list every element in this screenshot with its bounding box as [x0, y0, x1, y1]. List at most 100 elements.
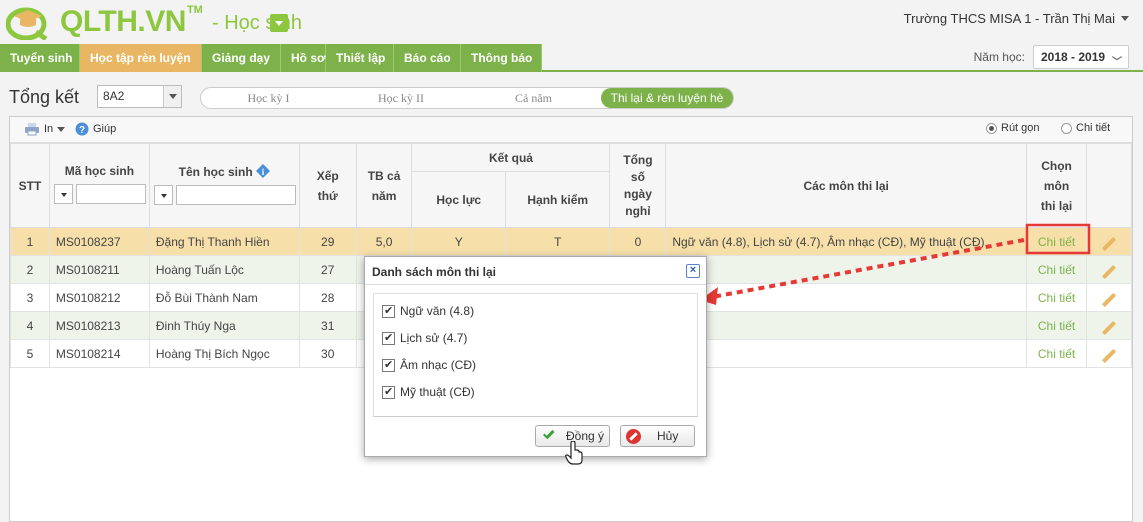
chevron-down-icon [1121, 16, 1129, 21]
segment-tab[interactable]: Học kỳ I [201, 91, 336, 106]
pencil-icon[interactable] [1101, 236, 1117, 251]
nav-tab[interactable]: Học tập rèn luyện [80, 44, 202, 72]
graduation-cap-icon [5, 4, 58, 42]
detail-view-radio[interactable]: Chi tiết [1061, 122, 1110, 134]
col-year-average-label: TB cả năm [367, 168, 401, 203]
print-button[interactable]: In [24, 122, 66, 136]
help-button[interactable]: ? Giúp [75, 122, 116, 136]
subject-label: Ngữ văn (4.8) [400, 304, 475, 318]
detail-link[interactable]: Chi tiết [1026, 283, 1087, 312]
nav-tab[interactable]: Giảng dạy [202, 44, 281, 72]
row-student-code: MS0108213 [48, 311, 150, 340]
checkbox-checked-icon[interactable] [382, 331, 395, 345]
nav-tab[interactable]: Hồ sơ [281, 44, 326, 72]
row-student-code: MS0108237 [48, 227, 150, 256]
detail-link[interactable]: Chi tiết [1026, 227, 1087, 256]
period-segments: Học kỳ I Học kỳ II Cả năm Thi lại & rèn luy… [200, 87, 734, 109]
nav-tab[interactable]: Báo cáo [394, 44, 461, 72]
col-rank: Xếp thứ [298, 143, 357, 228]
logo[interactable]: QLTH.VN TM [5, 4, 203, 42]
subject-checkbox-row[interactable]: Mỹ thuật (CĐ) [382, 385, 475, 399]
row-stt: 2 [10, 255, 50, 284]
toolbar: In ? Giúp Rút gọn Chi tiết [10, 117, 1132, 143]
module-dropdown-button[interactable] [270, 14, 288, 32]
row-rank: 31 [298, 311, 357, 340]
col-days-off-label: Tổng số ngày nghỉ [623, 152, 653, 218]
close-icon[interactable]: × [686, 264, 700, 278]
col-student-name-label: Tên học sinh [178, 165, 253, 179]
row-stt: 3 [10, 283, 50, 312]
class-select[interactable]: 8A2 [97, 85, 182, 108]
subject-checkbox-row[interactable]: Lịch sử (4.7) [382, 331, 467, 345]
nav-tab[interactable]: Thiết lập [326, 44, 394, 72]
detail-link[interactable]: Chi tiết [1026, 339, 1087, 368]
detail-link[interactable]: Chi tiết [1026, 311, 1087, 340]
segment-tab[interactable]: Thi lại & rèn luyện hè [601, 88, 733, 108]
row-retake-subjects: c (0.0) [665, 255, 1028, 284]
user-name: Trường THCS MISA 1 - Trần Thị Mai [903, 11, 1115, 26]
pencil-icon[interactable] [1101, 320, 1117, 335]
row-academic: Y [411, 227, 506, 256]
col-choose-retake: Chọn môn thi lại [1026, 143, 1087, 228]
row-retake-subjects: Ngữ văn (4.8), Lịch sử (4.7), Âm nhạc (C… [665, 227, 1028, 256]
edit-cell[interactable] [1086, 283, 1132, 312]
checkbox-checked-icon[interactable] [382, 385, 395, 399]
checkbox-checked-icon[interactable] [382, 358, 395, 372]
pencil-icon[interactable] [1101, 348, 1117, 363]
col-year-average: TB cả năm [355, 143, 413, 228]
student-name-filter [150, 185, 299, 205]
nav-tab[interactable]: Tuyển sinh [0, 44, 80, 72]
col-result: Kết quả [411, 143, 611, 172]
col-student-name-header: Tên học sinh i [150, 164, 299, 179]
segment-tab[interactable]: Cả năm [466, 91, 601, 106]
edit-cell[interactable] [1086, 255, 1132, 284]
col-conduct: Hạnh kiểm [504, 171, 611, 228]
student-name-filter-input[interactable] [175, 185, 296, 205]
edit-cell[interactable] [1086, 227, 1132, 256]
table-row[interactable]: 1 MS0108237 Đặng Thị Thanh Hiền 29 5,0 Y T 0 Ngữ… [10, 227, 1132, 256]
module-name: - Học sinh [212, 12, 303, 34]
chevron-down-icon: ﹀ [1112, 57, 1122, 68]
filter-operator-dropdown[interactable] [53, 184, 73, 204]
dialog-header: Danh sách môn thi lại × [365, 257, 706, 285]
row-student-name: Đỗ Bùi Thành Nam [148, 283, 300, 312]
user-menu[interactable]: Trường THCS MISA 1 - Trần Thị Mai [904, 11, 1129, 26]
row-stt: 1 [10, 227, 50, 256]
class-value: 8A2 [103, 89, 125, 103]
pencil-icon[interactable] [1101, 264, 1117, 279]
print-label: In [44, 123, 54, 135]
printer-icon [25, 123, 39, 136]
detail-link[interactable]: Chi tiết [1026, 255, 1087, 284]
chevron-down-icon[interactable] [163, 86, 181, 107]
row-days-off: 0 [609, 227, 667, 256]
compact-label: Rút gọn [1001, 122, 1040, 134]
subject-label: Âm nhạc (CĐ) [400, 358, 477, 372]
cancel-button[interactable]: Hủy [620, 425, 695, 447]
compact-view-radio[interactable]: Rút gọn [986, 122, 1040, 134]
pencil-icon[interactable] [1101, 292, 1117, 307]
edit-cell[interactable] [1086, 339, 1132, 368]
row-student-code: MS0108214 [48, 339, 150, 368]
chevron-down-icon [57, 126, 66, 132]
col-edit [1086, 143, 1132, 228]
nav-tab[interactable]: Thông báo [461, 44, 542, 72]
subject-checkbox-row[interactable]: Ngữ văn (4.8) [382, 304, 474, 318]
row-student-name: Đinh Thúy Nga [148, 311, 300, 340]
svg-text:?: ? [79, 125, 85, 136]
filter-operator-dropdown[interactable] [153, 185, 173, 205]
subject-checkbox-row[interactable]: Âm nhạc (CĐ) [382, 358, 476, 372]
checkbox-checked-icon[interactable] [382, 304, 395, 318]
detail-label: Chi tiết [1076, 122, 1111, 134]
student-code-filter-input[interactable] [75, 184, 146, 204]
col-academic: Học lực [411, 171, 506, 228]
help-label: Giúp [93, 123, 117, 135]
hand-cursor-icon [565, 441, 583, 465]
segment-tab[interactable]: Học kỳ II [336, 91, 466, 106]
col-rank-label: Xếp thứ [316, 168, 339, 203]
school-year-select[interactable]: 2018 - 2019 ﹀ [1033, 45, 1129, 69]
edit-cell[interactable] [1086, 311, 1132, 340]
info-icon[interactable]: i [256, 164, 271, 178]
app-header: QLTH.VN TM - Học sinh Trường THCS MISA 1… [0, 0, 1143, 44]
row-retake-subjects: 0.0) [665, 283, 1028, 312]
col-retake-subjects: Các môn thi lại [665, 143, 1028, 228]
